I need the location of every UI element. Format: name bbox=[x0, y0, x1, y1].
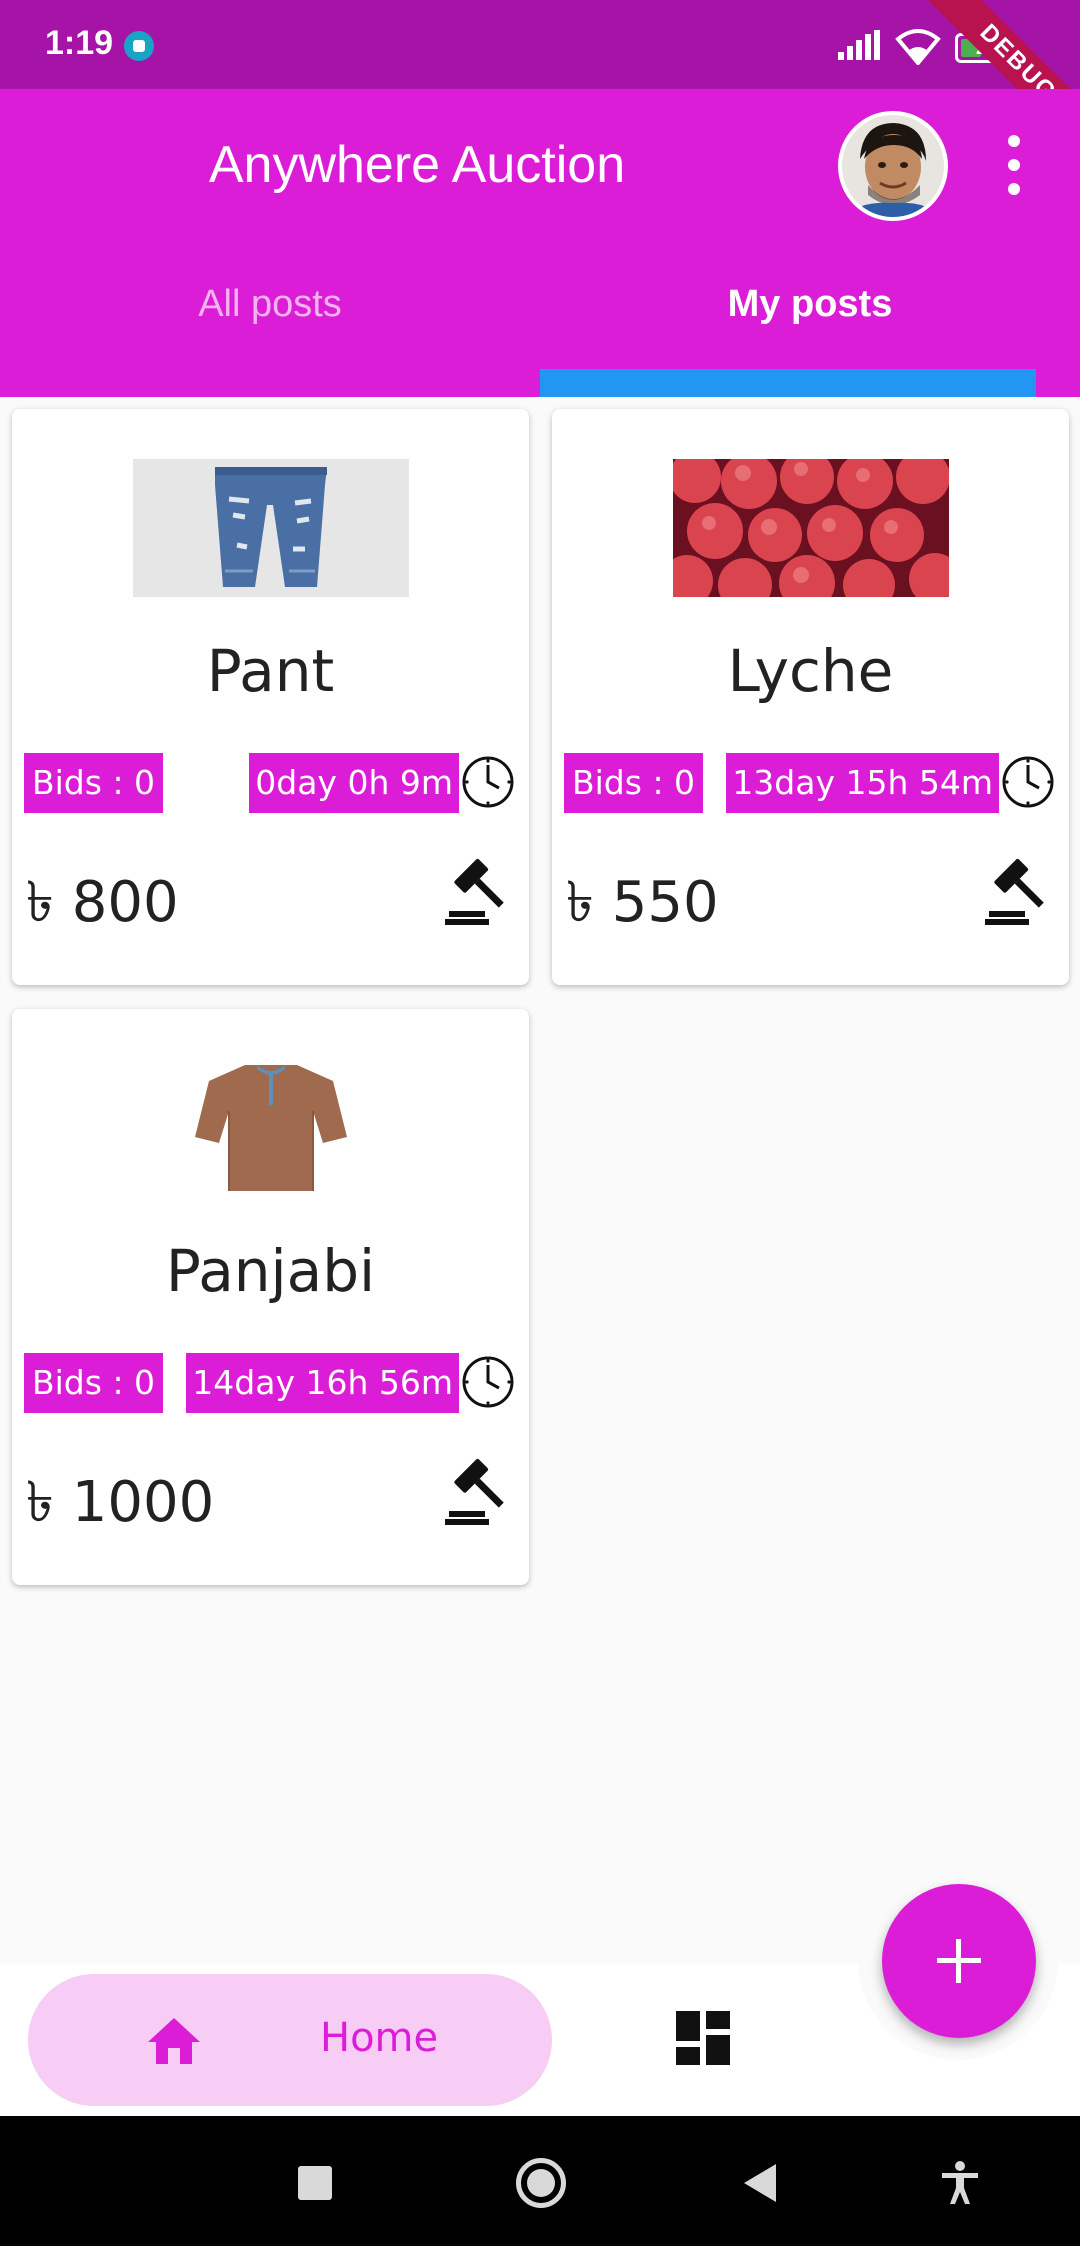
post-title: Lyche bbox=[727, 637, 894, 705]
app-bar: Anywhere Auction bbox=[0, 89, 1080, 241]
system-home-button[interactable] bbox=[516, 2158, 566, 2208]
time-left-badge: 14day 16h 56m bbox=[186, 1353, 459, 1413]
signal-icon bbox=[838, 30, 880, 60]
status-time: 1:19 bbox=[45, 24, 114, 62]
post-card-panjabi[interactable]: Panjabi Bids : 0 14day 16h 56m ৳ 1000 bbox=[12, 1009, 529, 1585]
recents-button[interactable] bbox=[298, 2166, 332, 2200]
clock-icon bbox=[462, 1356, 514, 1408]
nav-home-button[interactable] bbox=[28, 1974, 552, 2106]
bids-badge: Bids : 0 bbox=[564, 753, 704, 813]
avatar[interactable] bbox=[838, 111, 948, 221]
profile-photo bbox=[842, 115, 944, 217]
battery-level: 29 bbox=[975, 38, 997, 58]
panjabi-image bbox=[133, 1059, 409, 1197]
post-price: ৳ 550 bbox=[566, 870, 719, 935]
battery-icon: 29 bbox=[955, 33, 1017, 63]
nav-home-label[interactable]: Home bbox=[320, 2015, 438, 2061]
post-price: ৳ 800 bbox=[26, 870, 179, 935]
post-card-pant[interactable]: Pant Bids : 0 0day 0h 9m ৳ 800 bbox=[12, 409, 529, 985]
app-title: Anywhere Auction bbox=[208, 136, 626, 194]
time-left-badge: 0day 0h 9m bbox=[249, 753, 459, 813]
bids-badge: Bids : 0 bbox=[24, 1353, 164, 1413]
bids-badge: Bids : 0 bbox=[24, 753, 164, 813]
accessibility-icon[interactable] bbox=[940, 2160, 980, 2206]
post-price: ৳ 1000 bbox=[26, 1470, 215, 1535]
back-button[interactable] bbox=[744, 2164, 776, 2202]
gavel-icon[interactable] bbox=[443, 855, 515, 927]
tab-indicator bbox=[540, 369, 1036, 397]
status-bar: 1:19 29 bbox=[0, 0, 1080, 89]
jeans-image bbox=[133, 459, 409, 597]
add-post-button[interactable] bbox=[882, 1884, 1036, 2038]
tab-bar: All posts My posts bbox=[0, 241, 1080, 397]
post-title: Panjabi bbox=[165, 1237, 376, 1305]
post-title: Pant bbox=[206, 637, 335, 705]
lychee-image bbox=[673, 459, 949, 597]
post-card-lyche[interactable]: Lyche Bids : 0 13day 15h 54m ৳ 550 bbox=[552, 409, 1069, 985]
more-vert-icon[interactable] bbox=[996, 129, 1032, 201]
tab-all-posts[interactable]: All posts bbox=[0, 241, 540, 397]
clock-icon bbox=[1002, 756, 1054, 808]
time-left-badge: 13day 15h 54m bbox=[726, 753, 999, 813]
dashboard-icon[interactable] bbox=[676, 2011, 730, 2065]
gavel-icon[interactable] bbox=[983, 855, 1055, 927]
home-icon[interactable] bbox=[146, 2016, 202, 2066]
gavel-icon[interactable] bbox=[443, 1455, 515, 1527]
wifi-icon bbox=[895, 29, 941, 65]
clock-icon bbox=[462, 756, 514, 808]
android-debug-icon bbox=[124, 31, 154, 61]
